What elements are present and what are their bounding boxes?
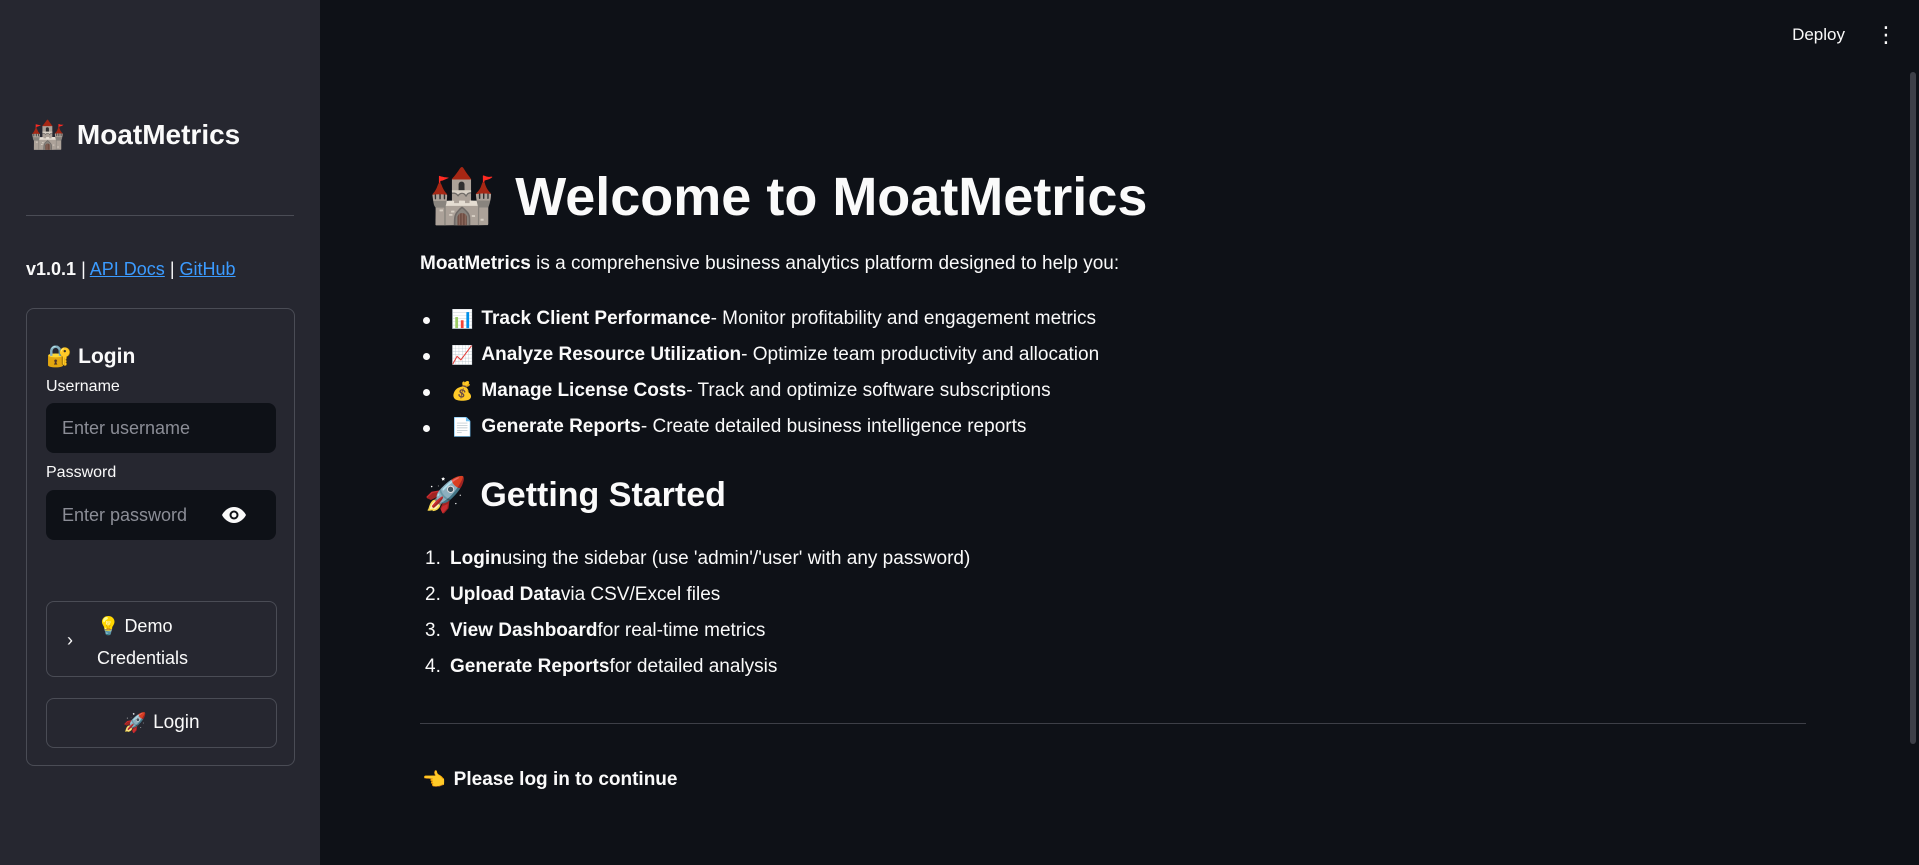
scrollbar[interactable] (1910, 72, 1916, 744)
feature-title: Manage License Costs (481, 380, 687, 401)
list-item: 4. Generate Reports for detailed analysi… (420, 649, 970, 685)
login-button[interactable]: 🚀 Login (46, 698, 277, 748)
step-desc: for detailed analysis (609, 656, 778, 677)
notice-text: Please log in to continue (453, 769, 678, 790)
bar-chart-icon: 📊 (451, 308, 474, 329)
step-title: View Dashboard (450, 620, 598, 641)
step-title: Login (450, 548, 502, 569)
content-divider (420, 723, 1806, 724)
login-title-text: Login (78, 345, 136, 368)
lightbulb-icon: 💡 (97, 616, 120, 636)
feature-desc: - Create detailed business intelligence … (640, 416, 1027, 437)
step-number: 2. (425, 584, 441, 605)
separator: | (81, 259, 86, 279)
list-item: 📈 Analyze Resource Utilization - Optimiz… (420, 337, 1099, 373)
pointing-left-icon: 👈 (422, 770, 446, 791)
feature-title: Analyze Resource Utilization (481, 344, 742, 365)
list-item: 3. View Dashboard for real-time metrics (420, 613, 970, 649)
step-number: 4. (425, 656, 441, 677)
feature-title: Generate Reports (481, 416, 641, 437)
demo-credentials-expander[interactable]: › 💡 Demo Credentials (46, 601, 277, 677)
feature-title: Track Client Performance (481, 308, 711, 329)
money-bag-icon: 💰 (451, 380, 474, 401)
version-text: v1.0.1 (26, 259, 77, 279)
rocket-icon: 🚀 (424, 476, 467, 514)
chevron-right-icon: › (67, 630, 73, 650)
username-label: Username (46, 378, 120, 395)
trending-up-icon: 📈 (451, 344, 474, 365)
step-desc: via CSV/Excel files (560, 584, 721, 605)
feature-desc: - Monitor profitability and engagement m… (710, 308, 1097, 329)
show-password-eye-icon[interactable] (219, 490, 249, 540)
step-desc: for real-time metrics (597, 620, 766, 641)
kebab-menu-icon[interactable]: ⋮ (1875, 24, 1897, 46)
features-list: 📊 Track Client Performance - Monitor pro… (420, 301, 1099, 445)
version-line: v1.0.1 | API Docs | GitHub (26, 259, 236, 280)
login-form: 🔐 Login Username Password › 💡 Demo Crede… (26, 308, 295, 766)
step-title: Upload Data (450, 584, 561, 605)
lock-icon: 🔐 (46, 345, 73, 368)
list-item: 📊 Track Client Performance - Monitor pro… (420, 301, 1099, 337)
list-item: 1. Login using the sidebar (use 'admin'/… (420, 541, 970, 577)
github-link[interactable]: GitHub (180, 259, 236, 279)
rocket-icon: 🚀 (123, 713, 148, 734)
deploy-button[interactable]: Deploy (1792, 25, 1845, 45)
brand-title: MoatMetrics (76, 118, 241, 150)
expander-label: 💡 Demo Credentials (97, 610, 237, 674)
intro-rest: is a comprehensive business analytics pl… (530, 253, 1120, 274)
login-title: 🔐 Login (46, 345, 135, 369)
separator: | (169, 259, 175, 279)
eye-icon (222, 507, 246, 523)
list-item: 📄 Generate Reports - Create detailed bus… (420, 409, 1099, 445)
feature-desc: - Track and optimize software subscripti… (686, 380, 1051, 401)
step-title: Generate Reports (450, 656, 610, 677)
username-input[interactable] (46, 403, 276, 453)
steps-list: 1. Login using the sidebar (use 'admin'/… (420, 541, 970, 685)
top-toolbar: Deploy ⋮ (1792, 24, 1897, 46)
getting-started-text: Getting Started (480, 475, 726, 514)
step-number: 1. (425, 548, 441, 569)
feature-desc: - Optimize team productivity and allocat… (741, 344, 1100, 365)
castle-icon: 🏰 (30, 119, 65, 150)
step-desc: using the sidebar (use 'admin'/'user' wi… (501, 548, 971, 569)
api-docs-link[interactable]: API Docs (90, 259, 165, 279)
password-label: Password (46, 464, 117, 481)
login-notice: 👈 Please log in to continue (422, 768, 677, 792)
getting-started-heading: 🚀 Getting Started (424, 475, 726, 515)
document-icon: 📄 (451, 416, 474, 437)
page-title: 🏰 Welcome to MoatMetrics (428, 165, 1147, 228)
app-root: 🏰 MoatMetrics v1.0.1 | API Docs | GitHub… (0, 0, 1919, 865)
sidebar-brand: 🏰 MoatMetrics (30, 118, 240, 151)
castle-icon: 🏰 (428, 166, 496, 226)
intro-strong: MoatMetrics (420, 253, 531, 274)
sidebar-divider (26, 215, 294, 216)
list-item: 💰 Manage License Costs - Track and optim… (420, 373, 1099, 409)
login-button-label: Login (153, 712, 200, 733)
sidebar: 🏰 MoatMetrics v1.0.1 | API Docs | GitHub… (0, 0, 320, 865)
page-title-text: Welcome to MoatMetrics (515, 166, 1148, 227)
intro-text: MoatMetrics is a comprehensive business … (420, 253, 1119, 275)
main-content: Deploy ⋮ 🏰 Welcome to MoatMetrics MoatMe… (320, 0, 1919, 865)
step-number: 3. (425, 620, 441, 641)
list-item: 2. Upload Data via CSV/Excel files (420, 577, 970, 613)
